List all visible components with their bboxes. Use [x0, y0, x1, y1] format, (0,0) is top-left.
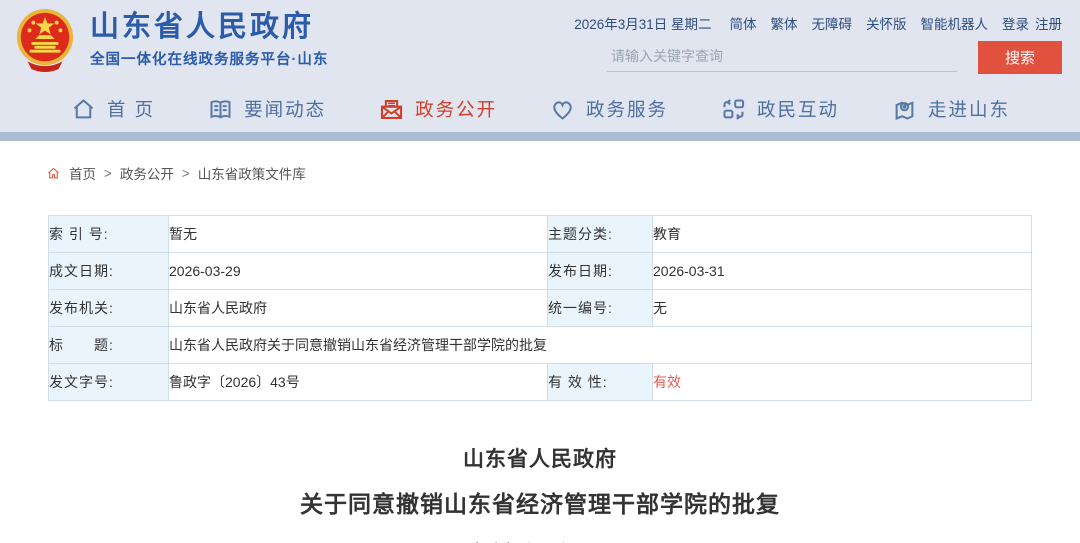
table-row: 标 题: 山东省人民政府关于同意撤销山东省经济管理干部学院的批复: [49, 327, 1032, 364]
main-nav: 首 页 要闻动态 政务公开 政务服务 政民互动: [0, 86, 1080, 132]
map-pin-icon: [891, 96, 918, 123]
envelope-icon: [378, 96, 405, 123]
chat-icon: [720, 96, 747, 123]
breadcrumb-separator: >: [104, 166, 112, 181]
utility-links: 2026年3月31日 星期二 简体 繁体 无障碍 关怀版 智能机器人 登录 注册: [574, 13, 1062, 33]
nav-item-home[interactable]: 首 页: [70, 96, 155, 123]
meta-label-title: 标 题:: [49, 327, 169, 364]
nav-label: 政务公开: [415, 96, 497, 122]
link-login[interactable]: 登录: [1002, 13, 1029, 33]
table-row: 成文日期: 2026-03-29 发布日期: 2026-03-31: [49, 253, 1032, 290]
nav-divider-strip: [0, 132, 1080, 141]
breadcrumb-home-icon: [46, 166, 61, 181]
meta-label-publish-date: 发布日期:: [548, 253, 653, 290]
link-accessibility[interactable]: 无障碍: [812, 13, 853, 33]
nav-label: 走进山东: [928, 96, 1010, 122]
nav-item-disclosure[interactable]: 政务公开: [378, 96, 497, 123]
link-robot[interactable]: 智能机器人: [921, 13, 989, 33]
search-button[interactable]: 搜索: [978, 41, 1062, 74]
meta-value-written-date: 2026-03-29: [169, 253, 548, 290]
meta-label-unified-no: 统一编号:: [548, 290, 653, 327]
nav-label: 政民互动: [757, 96, 839, 122]
current-date: 2026年3月31日 星期二: [574, 13, 711, 33]
meta-value-title: 山东省人民政府关于同意撤销山东省经济管理干部学院的批复: [169, 327, 1032, 364]
breadcrumb: 首页 > 政务公开 > 山东省政策文件库: [46, 163, 1080, 183]
table-row: 发文字号: 鲁政字〔2026〕43号 有 效 性: 有效: [49, 364, 1032, 401]
site-subtitle: 全国一体化在线政务服务平台·山东: [90, 48, 328, 69]
search-bar: 搜索: [607, 41, 1062, 74]
meta-label-validity: 有 效 性:: [548, 364, 653, 401]
meta-value-validity: 有效: [653, 364, 1032, 401]
nav-label: 政务服务: [586, 96, 668, 122]
document-meta-table: 索 引 号: 暂无 主题分类: 教育 成文日期: 2026-03-29 发布日期…: [48, 215, 1032, 401]
book-icon: [207, 96, 234, 123]
site-title-block: 山东省人民政府 全国一体化在线政务服务平台·山东: [90, 11, 328, 69]
meta-value-publish-date: 2026-03-31: [653, 253, 1032, 290]
link-simplified[interactable]: 简体: [730, 13, 757, 33]
meta-value-issuing-agency: 山东省人民政府: [169, 290, 548, 327]
breadcrumb-disclosure[interactable]: 政务公开: [120, 163, 174, 183]
heart-icon: [549, 96, 576, 123]
home-icon: [70, 96, 97, 123]
meta-value-index-no: 暂无: [169, 216, 548, 253]
breadcrumb-policy-library[interactable]: 山东省政策文件库: [198, 163, 306, 183]
meta-value-topic: 教育: [653, 216, 1032, 253]
nav-label: 首 页: [107, 96, 155, 122]
breadcrumb-home[interactable]: 首页: [69, 163, 96, 183]
nav-item-about[interactable]: 走进山东: [891, 96, 1010, 123]
site-header: 山东省人民政府 全国一体化在线政务服务平台·山东 2026年3月31日 星期二 …: [0, 0, 1080, 86]
document-number: 鲁政字〔2026〕43号: [0, 539, 1080, 543]
document-title-line1: 山东省人民政府: [0, 443, 1080, 473]
page-content: 首页 > 政务公开 > 山东省政策文件库 索 引 号: 暂无 主题分类: 教育 …: [0, 163, 1080, 543]
nav-item-news[interactable]: 要闻动态: [207, 96, 326, 123]
table-row: 发布机关: 山东省人民政府 统一编号: 无: [49, 290, 1032, 327]
link-traditional[interactable]: 繁体: [771, 13, 798, 33]
breadcrumb-separator: >: [182, 166, 190, 181]
link-care-version[interactable]: 关怀版: [866, 13, 907, 33]
meta-value-unified-no: 无: [653, 290, 1032, 327]
meta-value-doc-number: 鲁政字〔2026〕43号: [169, 364, 548, 401]
national-emblem-icon: [14, 7, 76, 73]
document-title-line2: 关于同意撤销山东省经济管理干部学院的批复: [0, 485, 1080, 519]
nav-item-interaction[interactable]: 政民互动: [720, 96, 839, 123]
meta-label-written-date: 成文日期:: [49, 253, 169, 290]
document-heading: 山东省人民政府 关于同意撤销山东省经济管理干部学院的批复 鲁政字〔2026〕43…: [0, 443, 1080, 543]
nav-item-services[interactable]: 政务服务: [549, 96, 668, 123]
meta-label-topic: 主题分类:: [548, 216, 653, 253]
site-title: 山东省人民政府: [90, 11, 328, 44]
nav-label: 要闻动态: [244, 96, 326, 122]
search-input[interactable]: [607, 41, 957, 72]
meta-label-index-no: 索 引 号:: [49, 216, 169, 253]
meta-label-doc-number: 发文字号:: [49, 364, 169, 401]
meta-label-issuing-agency: 发布机关:: [49, 290, 169, 327]
site-logo[interactable]: 山东省人民政府 全国一体化在线政务服务平台·山东: [14, 7, 328, 73]
link-register[interactable]: 注册: [1035, 13, 1062, 33]
table-row: 索 引 号: 暂无 主题分类: 教育: [49, 216, 1032, 253]
